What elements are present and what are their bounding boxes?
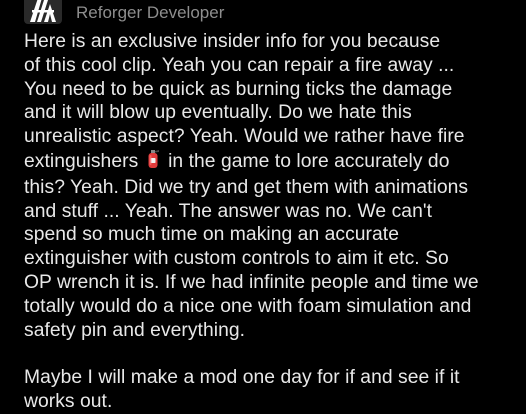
comment-line: extinguisher with custom controls to aim… — [24, 248, 449, 270]
avatar[interactable] — [24, 0, 62, 24]
comment-line: of this cool clip. Yeah you can repair a… — [24, 54, 455, 76]
comment-line: and stuff ... Yeah. The answer was no. W… — [24, 200, 432, 222]
comment-line: works out. — [24, 390, 113, 412]
comment-line: totally would do a nice one with foam si… — [24, 295, 472, 317]
comment-line: Here is an exclusive insider info for yo… — [24, 31, 441, 52]
user-flair: Reforger Developer — [76, 3, 225, 22]
comment-paragraph: Maybe I will make a mod one day for if a… — [24, 366, 516, 414]
comment-line: unrealistic aspect? Yeah. Would we rathe… — [24, 126, 465, 148]
comment-text: in the game to lore accurately do — [162, 150, 450, 172]
comment-line: extinguishers in the game to lore accura… — [24, 149, 516, 176]
comment-line: and it will blow up eventually. Do we ha… — [24, 102, 412, 124]
comment-line: Maybe I will make a mod one day for if a… — [24, 367, 460, 389]
comment-line: this? Yeah. Did we try and get them with… — [24, 176, 469, 198]
comment-line: spend so much time on making an accurate — [24, 224, 399, 246]
arma-reforger-logo-icon — [30, 0, 56, 22]
comment-header: Reforger Developer — [24, 0, 224, 24]
comment-line: safety pin and everything. — [24, 319, 246, 341]
comment-body: Here is an exclusive insider info for yo… — [24, 30, 516, 414]
comment-line: OP wrench it is. If we had infinite peop… — [24, 271, 479, 293]
comment-line: You need to be quick as burning ticks th… — [24, 78, 453, 100]
comment-text: extinguishers — [24, 150, 144, 172]
fire-extinguisher-icon — [145, 149, 161, 176]
comment-paragraph: Here is an exclusive insider info for yo… — [24, 30, 516, 342]
